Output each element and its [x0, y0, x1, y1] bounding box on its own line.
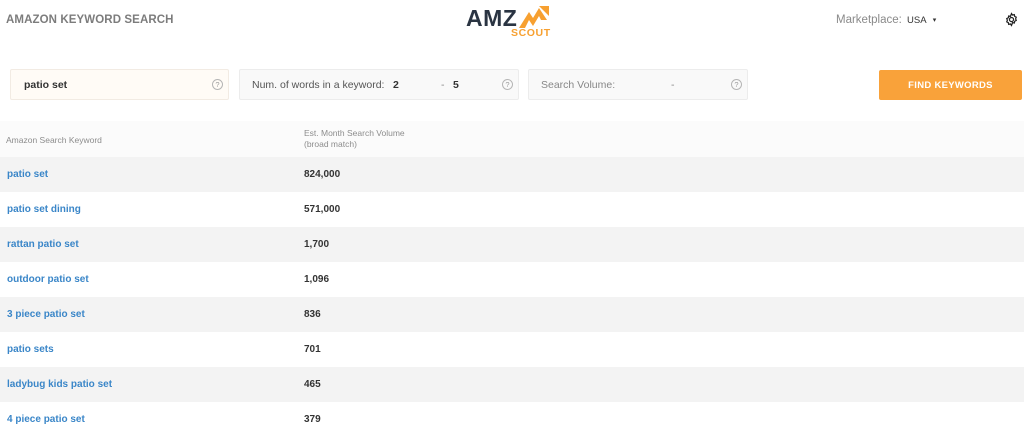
header: AMAZON KEYWORD SEARCH AMZ SCOUT Marketpl…	[0, 0, 1024, 44]
search-volume-input[interactable]: -	[671, 79, 675, 91]
search-volume-value: 1,700	[304, 239, 330, 250]
marketplace-selector[interactable]: Marketplace: USA ▾	[836, 14, 936, 26]
table-row: rattan patio set 1,700	[0, 227, 1024, 262]
search-volume-value: 379	[304, 414, 321, 425]
search-volume-value: 465	[304, 379, 321, 390]
keyword-link[interactable]: ladybug kids patio set	[7, 379, 112, 390]
keyword-link[interactable]: patio sets	[7, 344, 54, 355]
column-header-keyword: Amazon Search Keyword	[6, 135, 102, 145]
keyword-link[interactable]: patio set dining	[7, 204, 81, 215]
amzscout-logo[interactable]: AMZ SCOUT	[466, 4, 556, 42]
marketplace-label: Marketplace:	[836, 14, 902, 26]
word-count-max-input[interactable]: 5	[453, 79, 459, 91]
keyword-link[interactable]: rattan patio set	[7, 239, 79, 250]
table-body: patio set 824,000 patio set dining 571,0…	[0, 157, 1024, 437]
word-count-label: Num. of words in a keyword:	[252, 79, 385, 91]
table-row: outdoor patio set 1,096	[0, 262, 1024, 297]
search-volume-value: 824,000	[304, 169, 341, 180]
search-volume-value: 1,096	[304, 274, 330, 285]
table-header: Amazon Search Keyword Est. Month Search …	[0, 121, 1024, 157]
keyword-input-value[interactable]: patio set	[24, 79, 67, 91]
word-count-separator: -	[441, 79, 445, 91]
keyword-link[interactable]: 3 piece patio set	[7, 309, 85, 320]
app-title: AMAZON KEYWORD SEARCH	[6, 14, 174, 26]
keyword-link[interactable]: 4 piece patio set	[7, 414, 85, 425]
table-row: 3 piece patio set 836	[0, 297, 1024, 332]
column-header-volume-line2: (broad match)	[304, 139, 357, 149]
column-header-volume: Est. Month Search Volume (broad match)	[304, 128, 454, 150]
logo-amz-text: AMZ	[466, 5, 518, 31]
keyword-link[interactable]: patio set	[7, 169, 48, 180]
chevron-down-icon: ▾	[932, 17, 937, 24]
table-row: ladybug kids patio set 465	[0, 367, 1024, 402]
gear-icon[interactable]	[1004, 12, 1019, 27]
table-row: patio set dining 571,000	[0, 192, 1024, 227]
search-volume-field: Search Volume: - ?	[528, 69, 748, 100]
search-volume-value: 836	[304, 309, 321, 320]
keyword-link[interactable]: outdoor patio set	[7, 274, 89, 285]
search-volume-value: 571,000	[304, 204, 341, 215]
help-icon[interactable]: ?	[212, 79, 223, 90]
find-keywords-button[interactable]: FIND KEYWORDS	[879, 70, 1022, 100]
table-row: patio set 824,000	[0, 157, 1024, 192]
help-icon[interactable]: ?	[731, 79, 742, 90]
logo-scout-text: SCOUT	[511, 27, 551, 39]
word-count-field: Num. of words in a keyword: 2 - 5 ?	[239, 69, 519, 100]
marketplace-value: USA	[907, 15, 927, 26]
column-header-volume-line1: Est. Month Search Volume	[304, 128, 405, 138]
help-icon[interactable]: ?	[502, 79, 513, 90]
keyword-table: Amazon Search Keyword Est. Month Search …	[0, 121, 1024, 437]
search-volume-label: Search Volume:	[541, 79, 616, 91]
table-row: patio sets 701	[0, 332, 1024, 367]
word-count-min-input[interactable]: 2	[393, 79, 399, 91]
search-volume-value: 701	[304, 344, 321, 355]
keyword-field[interactable]: patio set ?	[10, 69, 229, 100]
table-row: 4 piece patio set 379	[0, 402, 1024, 437]
